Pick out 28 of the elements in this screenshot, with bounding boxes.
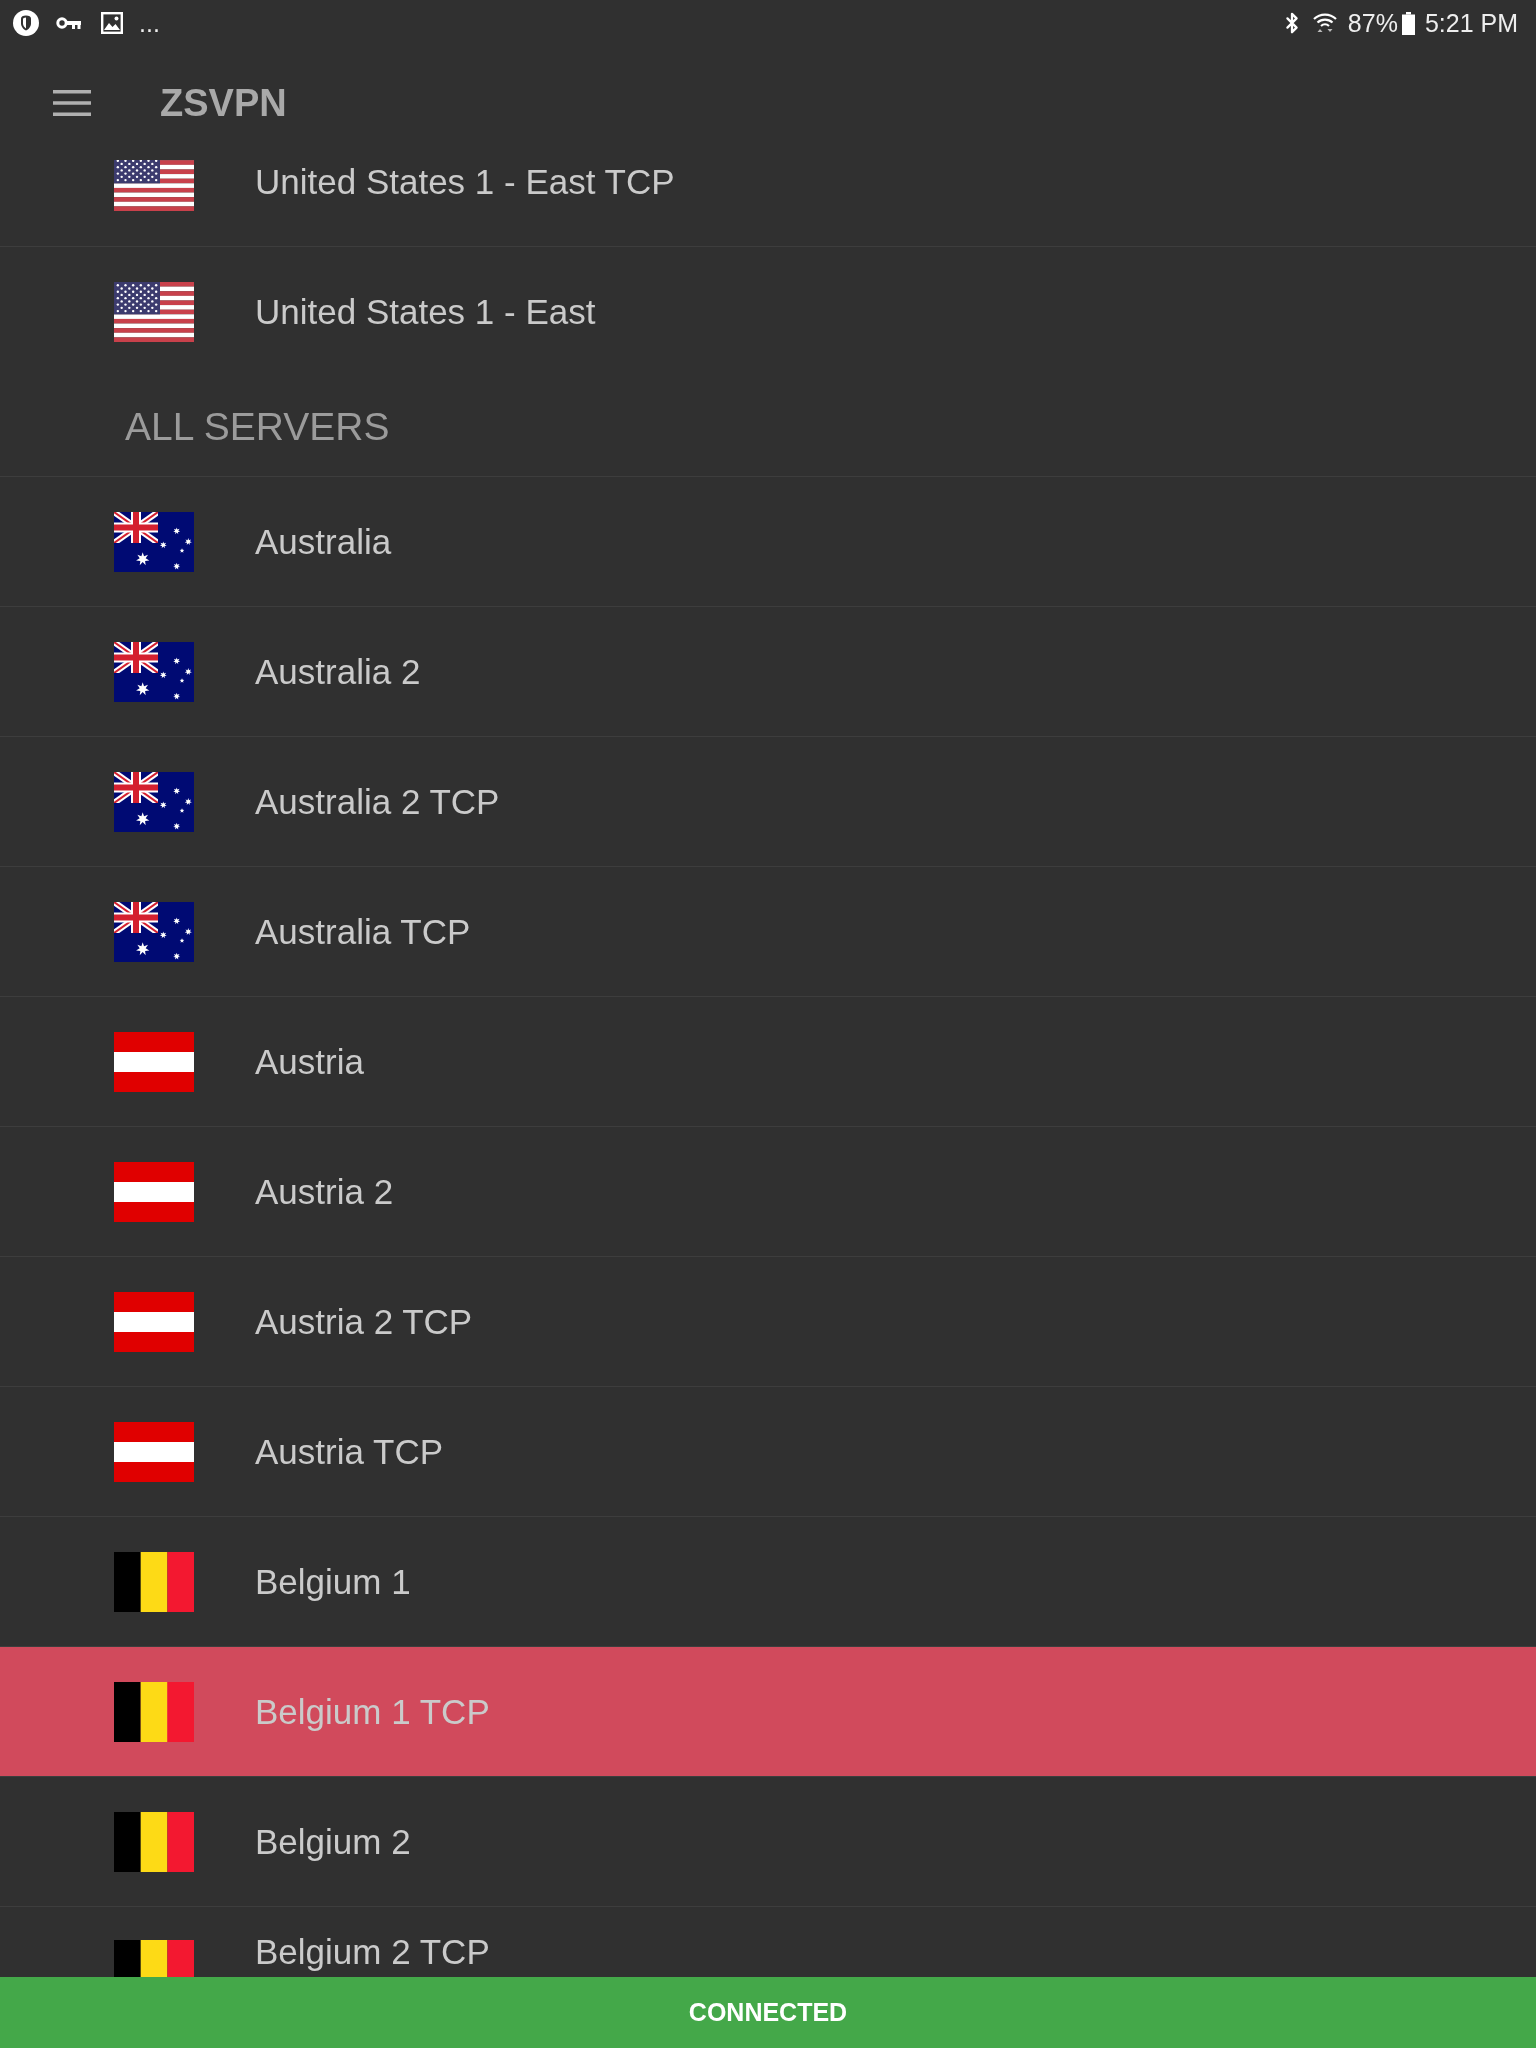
section-heading: ALL SERVERS (125, 403, 390, 450)
wifi-icon (1311, 12, 1338, 34)
app-title: ZSVPN (160, 81, 287, 125)
australia-flag-icon (114, 511, 194, 572)
menu-button[interactable] (53, 90, 91, 116)
austria-flag-icon (114, 1161, 194, 1222)
menu-icon (53, 90, 91, 116)
belgium-flag-icon (114, 1811, 194, 1872)
image-icon (101, 12, 123, 34)
austria-flag-icon (114, 1031, 194, 1092)
australia-flag-icon (114, 641, 194, 702)
australia-flag-icon (114, 901, 194, 962)
belgium-flag-icon (114, 1681, 194, 1742)
us-flag-icon (114, 160, 194, 211)
us-flag-icon (114, 282, 194, 342)
belgium-flag-icon (114, 1551, 194, 1612)
clock-time: 5:21 PM (1424, 9, 1518, 37)
austria-flag-icon (114, 1421, 194, 1482)
belgium-flag-icon (114, 1940, 194, 1977)
server-row[interactable]: United States 1 - East TCP (0, 160, 1536, 247)
battery-icon (1401, 11, 1415, 35)
shield-circle-icon (13, 10, 39, 36)
connection-status-bar: CONNECTED (0, 1977, 1536, 2048)
australia-flag-icon (114, 771, 194, 832)
battery-percentage: 87% (1347, 9, 1398, 37)
austria-flag-icon (114, 1291, 194, 1352)
more-notifications-label: ... (139, 9, 160, 37)
key-icon (56, 16, 81, 30)
